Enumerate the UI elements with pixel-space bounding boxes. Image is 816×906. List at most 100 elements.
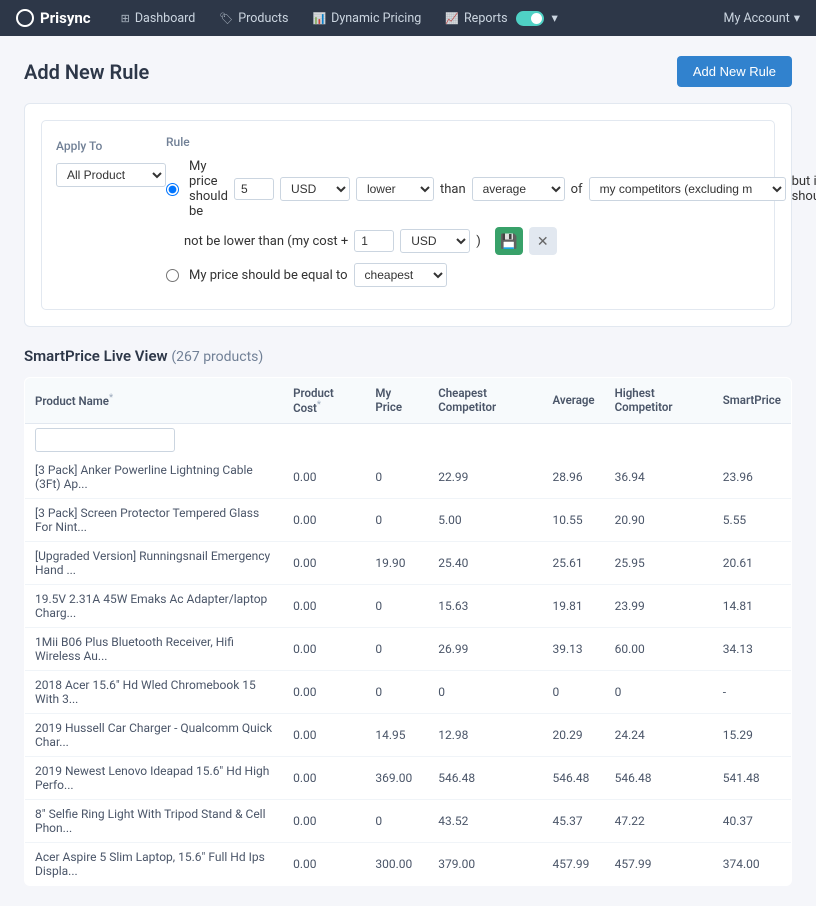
cheapest-cell: 0	[428, 670, 542, 713]
my-price-cell: 369.00	[365, 756, 428, 799]
equal-select[interactable]: cheapest average highest	[354, 263, 447, 287]
direction-select[interactable]: lower higher	[356, 177, 434, 201]
my-price-cell: 0	[365, 799, 428, 842]
smart-price-cell: 14.81	[713, 584, 792, 627]
currency-select-1[interactable]: USD EUR GBP	[280, 177, 350, 201]
reports-toggle[interactable]	[516, 11, 544, 26]
search-cell	[25, 423, 284, 456]
cheapest-cell: 22.99	[428, 456, 542, 499]
table-row: [3 Pack] Screen Protector Tempered Glass…	[25, 498, 792, 541]
product-cost-cell: 0.00	[283, 756, 365, 799]
smart-price-cell: 374.00	[713, 842, 792, 885]
nav-reports[interactable]: 📈 Reports ▾	[435, 4, 568, 32]
table-title: SmartPrice Live View	[24, 347, 168, 365]
smart-price-table: Product Name* Product Cost* My Price Che…	[24, 377, 792, 886]
highest-cell: 20.90	[605, 498, 713, 541]
rule-card: Apply To All Product Category Product Ru…	[24, 103, 792, 327]
product-name-cell: 2018 Acer 15.6" Hd Wled Chromebook 15 Wi…	[25, 670, 284, 713]
currency-select-2[interactable]: USD EUR	[400, 229, 470, 253]
cheapest-cell: 379.00	[428, 842, 542, 885]
nav-dynamic-pricing-label: Dynamic Pricing	[331, 11, 421, 26]
average-cell: 10.55	[543, 498, 605, 541]
basis-select[interactable]: average cheapest highest	[472, 177, 565, 201]
highest-cell: 457.99	[605, 842, 713, 885]
radio-price-equal[interactable]	[166, 269, 179, 282]
product-name-cell: 1Mii B06 Plus Bluetooth Receiver, Hifi W…	[25, 627, 284, 670]
col-product-cost: Product Cost*	[283, 378, 365, 424]
nav-dashboard[interactable]: ⊞ Dashboard	[111, 5, 206, 32]
product-name-cell: [Upgraded Version] Runningsnail Emergenc…	[25, 541, 284, 584]
average-cell: 546.48	[543, 756, 605, 799]
nav-reports-label: Reports	[464, 11, 508, 26]
my-price-cell: 0	[365, 584, 428, 627]
smart-price-cell: 541.48	[713, 756, 792, 799]
highest-cell: 0	[605, 670, 713, 713]
product-cost-cell: 0.00	[283, 713, 365, 756]
radio2-label: My price should be equal to	[189, 268, 348, 283]
col-highest: Highest Competitor	[605, 378, 713, 424]
cheapest-cell: 26.99	[428, 627, 542, 670]
logo-icon	[16, 9, 34, 27]
average-cell: 19.81	[543, 584, 605, 627]
col-my-price: My Price	[365, 378, 428, 424]
add-new-rule-button[interactable]: Add New Rule	[677, 56, 792, 87]
my-price-cell: 0	[365, 627, 428, 670]
closing-paren: )	[476, 234, 481, 249]
my-price-cell: 14.95	[365, 713, 428, 756]
account-label: My Account	[724, 11, 790, 26]
col-cheapest: Cheapest Competitor	[428, 378, 542, 424]
of-label: of	[571, 182, 583, 197]
nav-dynamic-pricing[interactable]: 📊 Dynamic Pricing	[302, 5, 431, 32]
smart-price-cell: -	[713, 670, 792, 713]
cancel-rule-button[interactable]: ✕	[529, 227, 557, 255]
smart-price-cell: 23.96	[713, 456, 792, 499]
product-search-input[interactable]	[35, 428, 175, 452]
page-title: Add New Rule	[24, 60, 149, 84]
product-cost-cell: 0.00	[283, 670, 365, 713]
highest-cell: 24.24	[605, 713, 713, 756]
table-body: [3 Pack] Anker Powerline Lightning Cable…	[25, 456, 792, 886]
col-product-name: Product Name*	[25, 378, 284, 424]
smart-price-cell: 15.29	[713, 713, 792, 756]
average-cell: 25.61	[543, 541, 605, 584]
empty-cell-3	[428, 423, 542, 456]
product-select-wrapper: All Product Category Product	[56, 163, 166, 187]
product-select[interactable]: All Product Category Product	[56, 163, 166, 187]
apply-to-column: Apply To All Product Category Product	[56, 135, 166, 295]
product-name-cell: 8" Selfie Ring Light With Tripod Stand &…	[25, 799, 284, 842]
product-name-cell: 19.5V 2.31A 45W Emaks Ac Adapter/laptop …	[25, 584, 284, 627]
product-cost-cell: 0.00	[283, 627, 365, 670]
table-search-row	[25, 423, 792, 456]
product-name-cell: 2019 Hussell Car Charger - Qualcomm Quic…	[25, 713, 284, 756]
product-count: (267 products)	[171, 349, 263, 365]
cost-plus-input[interactable]	[354, 230, 394, 252]
cheapest-cell: 546.48	[428, 756, 542, 799]
not-lower-label: not be lower than (my cost +	[184, 234, 348, 249]
highest-cell: 546.48	[605, 756, 713, 799]
rule-row-1: My price should be USD EUR GBP lower hig…	[166, 159, 816, 219]
my-account[interactable]: My Account ▾	[724, 10, 800, 26]
competitor-select[interactable]: my competitors (excluding m my competito…	[589, 177, 786, 201]
cheapest-cell: 12.98	[428, 713, 542, 756]
my-price-cell: 0	[365, 498, 428, 541]
empty-cell-1	[283, 423, 365, 456]
product-name-cell: [3 Pack] Anker Powerline Lightning Cable…	[25, 456, 284, 499]
navbar: Prisync ⊞ Dashboard 🏷 Products 📊 Dynamic…	[0, 0, 816, 36]
product-cost-cell: 0.00	[283, 584, 365, 627]
highest-cell: 60.00	[605, 627, 713, 670]
brand[interactable]: Prisync	[16, 9, 91, 27]
empty-cell-6	[713, 423, 792, 456]
price-number-input[interactable]	[234, 178, 274, 200]
radio-price-lower[interactable]	[166, 183, 179, 196]
rule-card-columns: Apply To All Product Category Product Ru…	[56, 135, 760, 295]
nav-products[interactable]: 🏷 Products	[209, 5, 298, 32]
table-row: 2019 Hussell Car Charger - Qualcomm Quic…	[25, 713, 792, 756]
table-row: 8" Selfie Ring Light With Tripod Stand &…	[25, 799, 792, 842]
product-name-cell: [3 Pack] Screen Protector Tempered Glass…	[25, 498, 284, 541]
page-header: Add New Rule Add New Rule	[24, 56, 792, 87]
rule-row-not-lower: not be lower than (my cost + USD EUR ) 💾…	[166, 227, 816, 255]
save-rule-button[interactable]: 💾	[495, 227, 523, 255]
table-row: 2018 Acer 15.6" Hd Wled Chromebook 15 Wi…	[25, 670, 792, 713]
average-cell: 39.13	[543, 627, 605, 670]
rule-column: Rule My price should be USD EUR GBP lowe…	[166, 135, 816, 295]
